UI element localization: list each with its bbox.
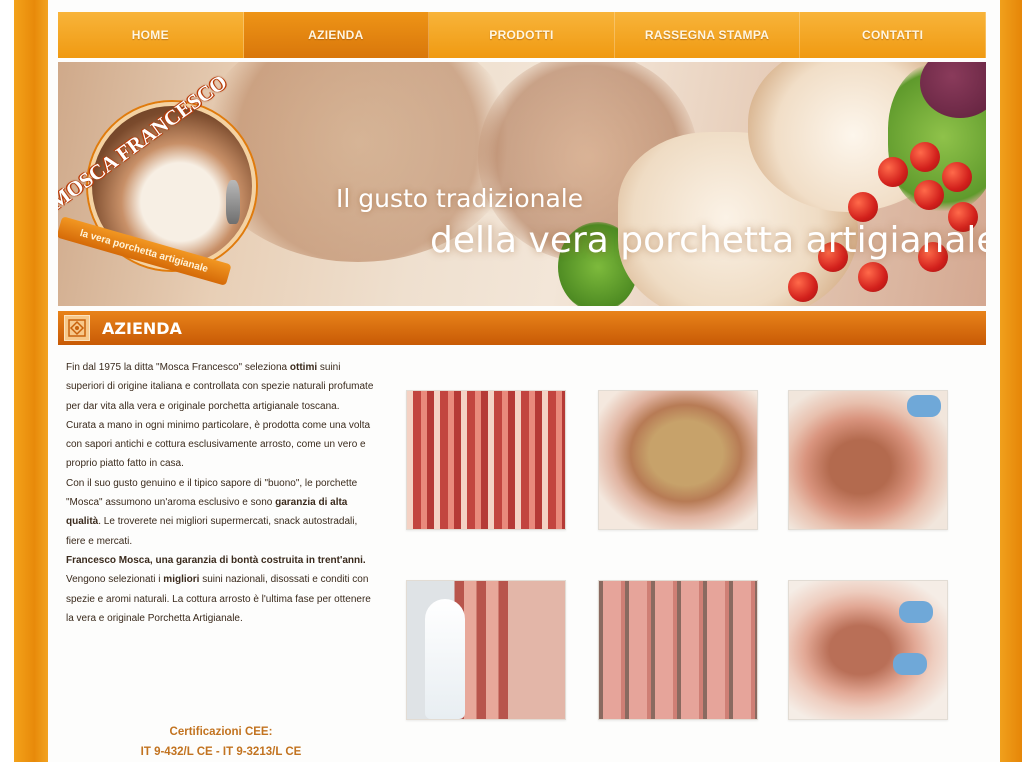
- section-header: AZIENDA: [58, 311, 986, 345]
- nav-home[interactable]: HOME: [58, 12, 244, 58]
- nav-prodotti[interactable]: PRODOTTI: [429, 12, 615, 58]
- right-border: [1000, 0, 1022, 762]
- certifications-codes: IT 9-432/L CE - IT 9-3213/L CE: [140, 746, 302, 758]
- description-highlight: Francesco Mosca, una garanzia di bontà c…: [66, 554, 366, 566]
- tomato-image: [942, 162, 972, 192]
- gallery-photo-hanging-carcasses[interactable]: [598, 580, 758, 720]
- hero-banner: Il gusto tradizionale della vera porchet…: [58, 62, 986, 306]
- tomato-image: [910, 142, 940, 172]
- description-paragraph: Con il suo gusto genuino e il tipico sap…: [66, 477, 358, 547]
- section-title: AZIENDA: [102, 318, 182, 338]
- description-paragraph: Vengono selezionati i migliori suini naz…: [66, 574, 371, 624]
- certifications: Certificazioni CEE: IT 9-432/L CE - IT 9…: [66, 722, 376, 762]
- certifications-title: Certificazioni CEE:: [169, 726, 273, 738]
- main-nav: HOME AZIENDA PRODOTTI RASSEGNA STAMPA CO…: [58, 12, 986, 60]
- gallery-photo-preparing-porchetta[interactable]: [788, 580, 948, 720]
- gallery-photo-seasoned-pork[interactable]: [598, 390, 758, 530]
- section-ornament-icon: [64, 315, 90, 341]
- nav-azienda[interactable]: AZIENDA: [243, 12, 430, 58]
- glove-image: [907, 395, 941, 417]
- tomato-image: [914, 180, 944, 210]
- glove-image: [899, 601, 933, 623]
- tomato-image: [788, 272, 818, 302]
- left-border: [14, 0, 48, 762]
- description-paragraph: Curata a mano in ogni minimo particolare…: [66, 419, 371, 470]
- gallery-photo-rolling-porchetta[interactable]: [788, 390, 948, 530]
- tomato-image: [848, 192, 878, 222]
- tomato-image: [858, 262, 888, 292]
- tomato-image: [878, 157, 908, 187]
- nav-rassegna-stampa[interactable]: RASSEGNA STAMPA: [615, 12, 801, 58]
- banner-tagline-line2: della vera porchetta artigianale: [430, 220, 986, 261]
- glove-image: [893, 653, 927, 675]
- brand-logo[interactable]: MOSCA FRANCESCO la vera porchetta artigi…: [58, 62, 298, 306]
- gallery-photo-butcher[interactable]: [406, 580, 566, 720]
- company-description: Fin dal 1975 la ditta "Mosca Francesco" …: [66, 358, 376, 628]
- description-paragraph: Fin dal 1975 la ditta "Mosca Francesco" …: [66, 362, 374, 412]
- banner-tagline-line1: Il gusto tradizionale: [336, 184, 584, 213]
- gallery-photo-meat-sides[interactable]: [406, 390, 566, 530]
- butcher-figure: [425, 599, 465, 719]
- logo-chef-figure: [226, 180, 240, 224]
- nav-contatti[interactable]: CONTATTI: [800, 12, 986, 58]
